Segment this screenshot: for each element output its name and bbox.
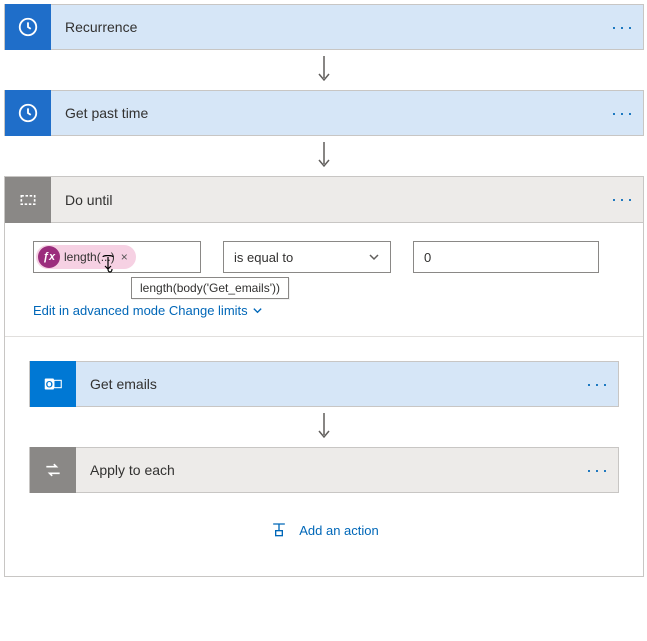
card-menu-button[interactable]: ···	[603, 17, 643, 38]
edit-advanced-link[interactable]: Edit in advanced mode	[33, 303, 165, 318]
chevron-down-icon	[252, 305, 263, 316]
card-title: Do until	[51, 192, 603, 208]
value-text: 0	[424, 250, 431, 265]
loop-icon	[5, 177, 51, 223]
expression-token[interactable]: ƒx length(...) ×	[36, 245, 136, 269]
apply-to-each-card[interactable]: Apply to each ···	[29, 447, 619, 493]
svg-text:O: O	[46, 380, 53, 390]
flow-arrow	[4, 136, 644, 176]
card-title: Get past time	[51, 105, 603, 121]
clock-icon	[5, 4, 51, 50]
outlook-icon: O	[30, 361, 76, 407]
token-remove-button[interactable]: ×	[121, 250, 128, 264]
card-title: Recurrence	[51, 19, 603, 35]
card-title: Apply to each	[76, 462, 578, 478]
card-title: Get emails	[76, 376, 578, 392]
condition-value-input[interactable]: 0	[413, 241, 599, 273]
card-menu-button[interactable]: ···	[578, 460, 618, 481]
token-label: length(...)	[64, 250, 115, 264]
flow-arrow	[4, 50, 644, 90]
get-past-time-card[interactable]: Get past time ···	[4, 90, 644, 136]
foreach-icon	[30, 447, 76, 493]
add-action-icon	[269, 519, 289, 542]
do-until-block: Do until ··· ƒx length(...) × is equal t…	[4, 176, 644, 577]
condition-operator-select[interactable]: is equal to	[223, 241, 391, 273]
operator-label: is equal to	[234, 250, 293, 265]
card-menu-button[interactable]: ···	[603, 103, 643, 124]
change-limits-label: Change limits	[169, 303, 248, 318]
recurrence-card[interactable]: Recurrence ···	[4, 4, 644, 50]
change-limits-toggle[interactable]: Change limits	[169, 303, 263, 318]
fx-icon: ƒx	[38, 246, 60, 268]
do-until-header[interactable]: Do until ···	[5, 177, 643, 223]
expression-tooltip: length(body('Get_emails'))	[131, 277, 289, 299]
flow-canvas: Recurrence ··· Get past time ··· Do unti…	[4, 4, 644, 577]
condition-row: ƒx length(...) × is equal to 0	[23, 241, 625, 273]
get-emails-card[interactable]: O Get emails ···	[29, 361, 619, 407]
card-menu-button[interactable]: ···	[578, 374, 618, 395]
clock-icon	[5, 90, 51, 136]
add-action-button[interactable]: Add an action	[29, 493, 619, 560]
chevron-down-icon	[368, 251, 380, 263]
add-action-label: Add an action	[299, 523, 379, 538]
do-until-body: ƒx length(...) × is equal to 0	[5, 223, 643, 576]
flow-arrow	[29, 407, 619, 447]
card-menu-button[interactable]: ···	[603, 189, 643, 210]
condition-left-input[interactable]: ƒx length(...) ×	[33, 241, 201, 273]
